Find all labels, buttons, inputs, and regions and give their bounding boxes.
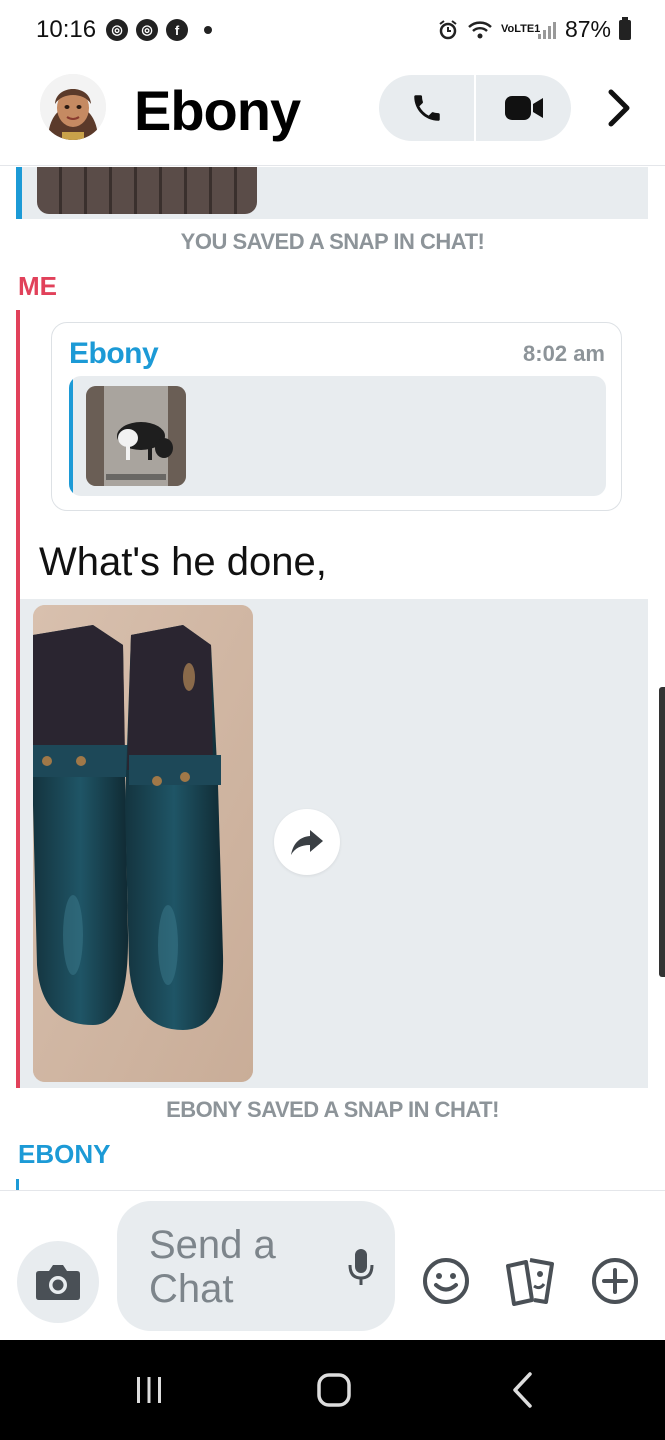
- system-note: EBONY SAVED A SNAP IN CHAT!: [166, 1097, 499, 1122]
- recent-apps-icon: [137, 1377, 161, 1403]
- chat-text-input[interactable]: Send a Chat: [117, 1201, 395, 1331]
- home-button[interactable]: [309, 1370, 359, 1410]
- alarm-icon: [439, 19, 457, 39]
- snap-thumbnail[interactable]: [37, 167, 257, 214]
- quoted-time: 8:02 am: [523, 341, 605, 366]
- battery-percent: 87%: [564, 16, 611, 42]
- video-call-button[interactable]: [476, 75, 571, 141]
- forward-button[interactable]: [274, 809, 340, 875]
- quoted-snap: [69, 376, 606, 496]
- home-icon: [317, 1373, 351, 1407]
- call-buttons: [379, 75, 571, 141]
- wifi-icon: [468, 20, 492, 38]
- camera-icon: [36, 1265, 80, 1300]
- microphone-icon: [348, 1249, 374, 1285]
- avatar[interactable]: [40, 74, 106, 140]
- chat-input-bar: Send a Chat: [0, 1190, 665, 1340]
- back-icon: [513, 1372, 532, 1408]
- facebook-icon: f: [166, 19, 188, 41]
- scrollbar[interactable]: [659, 687, 665, 977]
- notification-icons: ◎ ◎ f: [106, 19, 212, 41]
- boots-image: [33, 605, 253, 1082]
- camera-button[interactable]: [17, 1241, 99, 1323]
- emoji-icon: [423, 1258, 469, 1304]
- dog-photo: [86, 386, 186, 486]
- more-notifications-icon: [204, 26, 212, 34]
- signal-icon: [537, 21, 556, 39]
- friend-message-bar: [16, 1179, 19, 1190]
- system-note: YOU SAVED A SNAP IN CHAT!: [180, 229, 485, 254]
- friend-message-bar: [16, 167, 22, 219]
- emoji-button[interactable]: [420, 1255, 472, 1307]
- stickers-button[interactable]: [504, 1255, 556, 1307]
- contact-name[interactable]: Ebony: [134, 78, 301, 143]
- more-options-button[interactable]: [589, 1255, 641, 1307]
- chat-message[interactable]: What's he done,: [39, 540, 327, 585]
- quoted-sender-name: Ebony: [69, 337, 159, 370]
- boots-photo[interactable]: [33, 605, 253, 1082]
- saved-snap-previous[interactable]: [16, 167, 648, 219]
- voice-call-button[interactable]: [379, 75, 474, 141]
- chevron-right-icon: [608, 89, 630, 127]
- system-icons: VoLTE1 87%: [437, 16, 631, 43]
- battery-icon: [619, 16, 631, 40]
- video-icon: [504, 96, 543, 120]
- status-time: 10:16: [36, 16, 97, 43]
- status-bar: 10:16 ◎ ◎ f VoLTE1 87%: [0, 0, 665, 62]
- plus-icon: [592, 1258, 638, 1304]
- forward-arrow-icon: [291, 830, 323, 855]
- chat-thread[interactable]: YOU SAVED A SNAP IN CHAT! ME Ebony 8:02 …: [0, 167, 665, 1190]
- sent-photo-message[interactable]: [20, 599, 648, 1088]
- sender-label-ebony: EBONY: [18, 1139, 111, 1169]
- chat-header: Ebony: [0, 62, 665, 166]
- stickers-icon: [506, 1258, 554, 1306]
- bitmoji-icon: [40, 74, 106, 140]
- recent-apps-button[interactable]: [124, 1370, 174, 1410]
- chrome-icon: ◎: [106, 19, 128, 41]
- system-navigation-bar: [0, 1340, 665, 1440]
- chat-input-placeholder: Send a Chat: [149, 1223, 276, 1311]
- quoted-message[interactable]: Ebony 8:02 am: [51, 322, 622, 511]
- sender-label-me: ME: [18, 271, 57, 301]
- more-button[interactable]: [601, 86, 637, 130]
- back-button[interactable]: [497, 1370, 547, 1410]
- phone-icon: [413, 95, 440, 121]
- microphone-button[interactable]: [347, 1247, 375, 1292]
- quoted-snap-thumbnail[interactable]: [86, 386, 186, 486]
- chrome-icon: ◎: [136, 19, 158, 41]
- volte-icon: VoLTE1: [500, 23, 541, 35]
